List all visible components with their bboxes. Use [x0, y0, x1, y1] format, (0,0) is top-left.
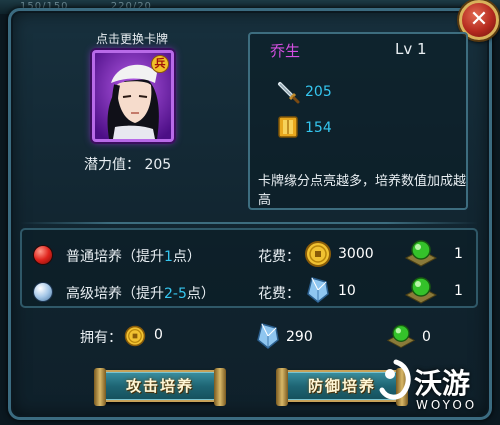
potential-label: 潜力值：: [84, 157, 140, 173]
defense-train-label: 防御培养: [307, 377, 376, 395]
card-badge: 兵: [151, 55, 169, 73]
advanced-cost-label: 花费：: [258, 286, 300, 302]
button-left-cap: [276, 368, 288, 406]
woyoo-logo-icon: [379, 359, 411, 400]
watermark-subtext: WOYOO: [416, 398, 478, 412]
hero-description: 卡牌缘分点亮越多，培养数值加成越高: [258, 174, 467, 208]
owned-crystals: 290: [286, 329, 313, 345]
gold-coin-icon: [305, 241, 331, 267]
advanced-train-label: 高级培养（提升: [66, 286, 164, 302]
blue-crystal-icon: [307, 277, 329, 303]
advanced-train-option[interactable]: 高级培养（提升2-5点）: [66, 283, 215, 303]
hero-level: Lv 1: [395, 40, 427, 58]
button-left-cap: [94, 368, 106, 406]
armor-icon: [278, 116, 298, 138]
section-divider: [20, 222, 478, 224]
button-right-cap: [214, 368, 226, 406]
advanced-cost-value: 10: [338, 283, 356, 299]
card-portrait[interactable]: 兵: [92, 50, 174, 142]
blue-crystal-icon: [257, 323, 279, 349]
watermark-text: 沃游: [414, 367, 471, 400]
potential-value: 205: [144, 157, 172, 173]
sword-icon: [278, 82, 300, 104]
green-gem-icon: [386, 324, 416, 348]
advanced-gain-value: 1: [454, 283, 463, 299]
gold-coin-icon: [124, 325, 146, 347]
normal-train-label: 普通培养（提升: [66, 249, 164, 265]
normal-cost-label: 花费：: [258, 249, 300, 265]
normal-train-unit: 点）: [172, 249, 201, 265]
close-icon: ✕: [469, 7, 489, 32]
potential-row: 潜力值： 205: [84, 154, 204, 174]
green-gem-icon: [404, 277, 438, 304]
normal-train-option[interactable]: 普通培养（提升1点）: [66, 246, 201, 266]
advanced-train-unit: 点）: [186, 286, 215, 302]
owned-gems: 0: [422, 329, 431, 345]
attack-value: 205: [305, 84, 332, 100]
normal-gain-value: 1: [454, 246, 463, 262]
advanced-train-amount: 2-5: [164, 286, 187, 302]
change-card-label: 点击更换卡牌: [95, 32, 168, 46]
attack-train-button[interactable]: 攻击培养: [94, 368, 226, 406]
owned-coins: 0: [154, 327, 163, 343]
defense-value: 154: [305, 120, 332, 136]
green-gem-icon: [404, 240, 438, 267]
owned-label: 拥有：: [80, 330, 122, 346]
normal-train-radio[interactable]: [34, 246, 52, 264]
attack-train-label: 攻击培养: [125, 377, 194, 395]
hero-name: 乔生: [270, 42, 301, 60]
advanced-train-radio[interactable]: [34, 283, 52, 301]
normal-train-amount: 1: [164, 249, 173, 265]
normal-cost-value: 3000: [338, 246, 374, 262]
